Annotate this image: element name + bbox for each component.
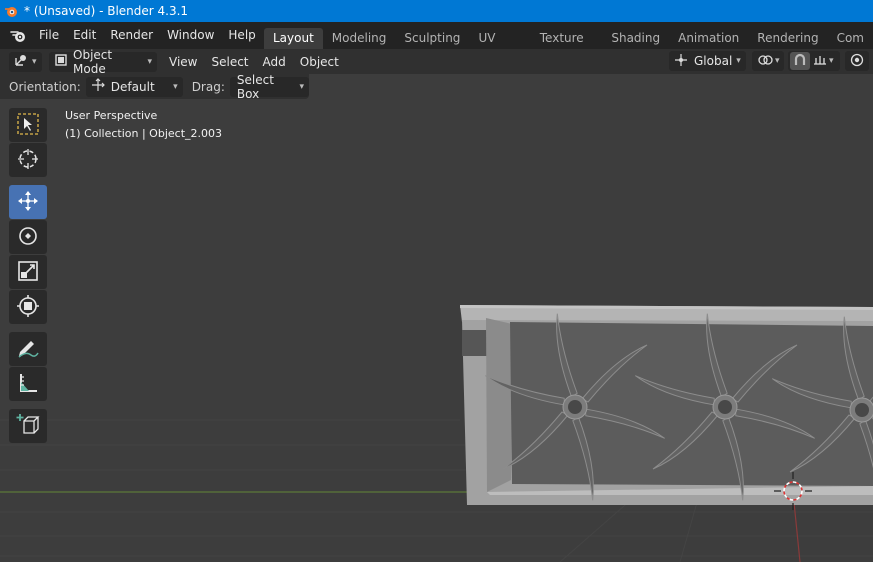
rotate-tool[interactable] [9, 220, 47, 254]
tab-shading[interactable]: Shading [602, 28, 669, 49]
chevron-down-icon: ▾ [299, 81, 304, 92]
move-icon [16, 189, 40, 216]
tab-uv-editing[interactable]: UV Editing [469, 28, 530, 66]
snap-increment-icon[interactable] [813, 54, 827, 69]
chevron-down-icon: ▾ [736, 56, 741, 66]
menu-add[interactable]: Add [256, 52, 293, 72]
select-box-tool[interactable] [9, 108, 47, 142]
transform-orientation-selector[interactable]: Global ▾ [669, 51, 746, 71]
rotate-icon [16, 224, 40, 251]
scale-tool[interactable] [9, 255, 47, 289]
orientation-selector[interactable]: Default ▾ [85, 76, 183, 97]
object-mode-icon [54, 53, 68, 70]
select-box-icon [16, 112, 40, 139]
window-titlebar: * (Unsaved) - Blender 4.3.1 [0, 0, 873, 22]
menu-edit[interactable]: Edit [66, 22, 103, 49]
window-title: * (Unsaved) - Blender 4.3.1 [24, 4, 189, 18]
snapping-group: ▾ [788, 51, 840, 71]
pencil-icon [16, 336, 40, 363]
chevron-down-icon: ▾ [829, 56, 834, 66]
menu-render[interactable]: Render [103, 22, 160, 49]
add-cube-icon [16, 413, 40, 440]
tab-compositing[interactable]: Com [828, 28, 873, 49]
menu-object[interactable]: Object [293, 52, 346, 72]
menu-file[interactable]: File [32, 22, 66, 49]
3d-cursor-icon [16, 147, 40, 174]
drag-label: Drag: [191, 79, 225, 94]
tab-layout[interactable]: Layout [264, 28, 323, 49]
magnet-icon [793, 53, 807, 70]
viewport-header: ▾ Object Mode ▾ View Select Add Object G… [0, 48, 873, 76]
selected-model[interactable] [460, 305, 873, 505]
tab-sculpting[interactable]: Sculpting [395, 28, 469, 49]
top-menu-bar: File Edit Render Window Help Layout Mode… [0, 22, 873, 66]
menu-select[interactable]: Select [204, 52, 255, 72]
tab-animation[interactable]: Animation [669, 28, 748, 49]
pivot-point-button[interactable]: ▾ [752, 51, 784, 71]
default-orientation-icon [91, 78, 105, 95]
workspace-tabs: Layout Modeling Sculpting UV Editing Tex… [264, 22, 873, 66]
active-object-label: (1) Collection | Object_2.003 [65, 127, 223, 140]
mode-selector[interactable]: Object Mode ▾ [49, 48, 157, 76]
move-tool[interactable] [9, 185, 47, 219]
mode-label: Object Mode [73, 47, 113, 76]
scale-icon [16, 259, 40, 286]
viewport-scene [0, 305, 873, 562]
3d-viewport[interactable]: User Perspective (1) Collection | Object… [0, 74, 873, 562]
left-toolbar [9, 108, 47, 444]
menu-help[interactable]: Help [221, 22, 262, 49]
chevron-down-icon: ▾ [775, 56, 780, 66]
measure-tool[interactable] [9, 367, 47, 401]
view-perspective-label: User Perspective [65, 109, 158, 122]
transform-tool[interactable] [9, 290, 47, 324]
tab-rendering[interactable]: Rendering [748, 28, 827, 49]
blender-app-icon [0, 0, 22, 22]
annotate-tool[interactable] [9, 332, 47, 366]
drag-value: Select Box [236, 72, 274, 101]
blender-menu-icon[interactable] [4, 22, 32, 49]
tab-texture-paint[interactable]: Texture Paint [531, 28, 603, 66]
orientation-label: Global [694, 54, 733, 68]
menu-view[interactable]: View [162, 52, 204, 72]
proportional-editing-toggle[interactable] [845, 51, 869, 71]
orientation-label: Orientation: [9, 79, 81, 94]
tab-modeling[interactable]: Modeling [323, 28, 396, 49]
orientation-value: Default [110, 79, 155, 94]
drag-selector[interactable]: Select Box ▾ [229, 73, 309, 101]
orientation-global-icon [674, 53, 688, 70]
tool-settings-bar: Orientation: Default ▾ Drag: Select Box … [0, 73, 309, 101]
editor-type-button[interactable]: ▾ [9, 51, 42, 72]
view3d-icon [14, 53, 28, 70]
chevron-down-icon: ▾ [173, 81, 178, 92]
ruler-icon [16, 371, 40, 398]
menu-window[interactable]: Window [160, 22, 221, 49]
add-cube-tool[interactable] [9, 409, 47, 443]
snap-toggle[interactable] [790, 52, 810, 70]
cursor-tool[interactable] [9, 143, 47, 177]
transform-icon [16, 294, 40, 321]
chevron-down-icon: ▾ [147, 56, 152, 67]
proportional-edit-icon [850, 53, 864, 70]
chevron-down-icon: ▾ [32, 56, 37, 67]
pivot-icon [757, 53, 773, 70]
